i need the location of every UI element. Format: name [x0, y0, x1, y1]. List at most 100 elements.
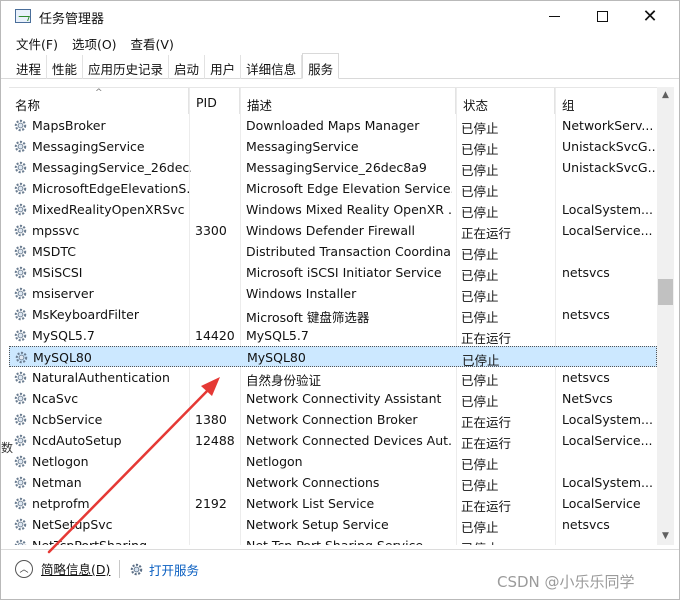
service-status: 已停止 — [461, 457, 499, 472]
service-status: 已停止 — [461, 520, 499, 535]
table-row[interactable]: NcaSvc Network Connectivity Assistant 已停止 N… — [9, 388, 657, 409]
table-header: ^ 名称 PID 描述 状态 组 — [9, 88, 657, 114]
service-name: MicrosoftEdgeElevationS... — [32, 181, 191, 196]
tab-details[interactable]: 详细信息 — [241, 55, 303, 79]
service-gear-icon — [14, 161, 27, 174]
service-name: msiserver — [32, 286, 94, 301]
tab-processes[interactable]: 进程 — [11, 55, 48, 79]
table-row[interactable]: Netman Network Connections 已停止 LocalSystem.… — [9, 472, 657, 493]
service-name: MySQL80 — [33, 350, 92, 365]
table-row[interactable]: mpssvc 3300 Windows Defender Firewall 正在运行 L… — [9, 220, 657, 241]
scroll-down-arrow-icon[interactable]: ▼ — [657, 528, 674, 545]
table-row[interactable]: msiserver Windows Installer 已停止 — [9, 283, 657, 304]
service-status: 已停止 — [461, 478, 499, 493]
column-header-name[interactable]: 名称 — [9, 88, 189, 114]
service-description: Microsoft 键盘筛选器 — [246, 310, 370, 325]
tab-performance[interactable]: 性能 — [47, 55, 84, 79]
fewer-details-button[interactable]: ︿ 简略信息(D) — [15, 559, 110, 578]
service-gear-icon — [14, 119, 27, 132]
table-row[interactable]: MessagingService MessagingService 已停止 Unist… — [9, 136, 657, 157]
scrollbar-thumb[interactable] — [658, 279, 673, 305]
service-name-cell: Netlogon — [13, 454, 191, 469]
menu-options[interactable]: 选项(O) — [65, 32, 124, 54]
footer-separator — [119, 560, 120, 578]
service-name: Netlogon — [32, 454, 89, 469]
column-header-description[interactable]: 描述 — [241, 88, 456, 114]
service-name: NcaSvc — [32, 391, 79, 406]
service-gear-icon — [14, 266, 27, 279]
service-name-cell: MSDTC — [13, 244, 191, 259]
service-group: LocalService... — [562, 223, 653, 238]
service-description: Windows Defender Firewall — [246, 223, 415, 238]
table-row[interactable]: NcdAutoSetup 12488 Network Connected Devic… — [9, 430, 657, 451]
service-name: NetSetupSvc — [32, 517, 113, 532]
table-row[interactable]: Netlogon Netlogon 已停止 — [9, 451, 657, 472]
open-services-link[interactable]: 打开服务 — [129, 560, 199, 579]
close-button[interactable]: ✕ — [627, 1, 673, 32]
table-row[interactable]: NetSetupSvc Network Setup Service 已停止 netsv… — [9, 514, 657, 535]
service-description: Downloaded Maps Manager — [246, 118, 420, 133]
table-row[interactable]: MSiSCSI Microsoft iSCSI Initiator Service… — [9, 262, 657, 283]
table-row[interactable]: NaturalAuthentication 自然身份验证 已停止 netsvcs — [9, 367, 657, 388]
service-name-cell: netprofm — [13, 496, 191, 511]
open-services-label: 打开服务 — [149, 563, 200, 578]
gear-icon — [130, 563, 143, 576]
title-bar[interactable]: 任务管理器 ✕ — [1, 1, 679, 32]
tab-startup[interactable]: 启动 — [169, 55, 206, 79]
watermark: CSDN @小乐乐同学 — [497, 573, 635, 591]
left-edge-text: 数 — [1, 441, 14, 455]
service-name-cell: NaturalAuthentication — [13, 370, 191, 385]
service-group: LocalSystem... — [562, 412, 653, 427]
service-name-cell: MessagingService_26dec... — [13, 160, 191, 175]
menu-view[interactable]: 查看(V) — [124, 32, 181, 54]
table-row-selected[interactable]: MySQL80 MySQL80 已停止 — [9, 346, 657, 368]
service-status: 已停止 — [461, 142, 499, 157]
service-description: Network Connected Devices Aut... — [246, 433, 452, 448]
service-name: MapsBroker — [32, 118, 106, 133]
column-header-group[interactable]: 组 — [556, 88, 657, 114]
service-name: NcdAutoSetup — [32, 433, 122, 448]
service-group: NetSvcs — [562, 391, 613, 406]
tab-app-history[interactable]: 应用历史记录 — [83, 55, 170, 79]
vertical-scrollbar[interactable]: ▲ ▼ — [657, 87, 674, 545]
table-row[interactable]: netprofm 2192 Network List Service 正在运行 Loca… — [9, 493, 657, 514]
service-gear-icon — [14, 497, 27, 510]
table-row[interactable]: MicrosoftEdgeElevationS... Microsoft Edge… — [9, 178, 657, 199]
table-row[interactable]: NcbService 1380 Network Connection Broker 正… — [9, 409, 657, 430]
maximize-button[interactable] — [579, 1, 625, 32]
table-row[interactable]: MsKeyboardFilter Microsoft 键盘筛选器 已停止 netsvc… — [9, 304, 657, 325]
service-status: 已停止 — [461, 289, 499, 304]
service-status: 已停止 — [461, 538, 551, 545]
service-name: netprofm — [32, 496, 90, 511]
table-row[interactable]: NetTcpPortSharing Net.Tcp Port Sharing Se… — [9, 535, 657, 545]
service-description: Distributed Transaction Coordina... — [246, 244, 452, 259]
table-row[interactable]: MapsBroker Downloaded Maps Manager 已停止 Netw… — [9, 115, 657, 136]
service-name: MessagingService_26dec... — [32, 160, 191, 175]
scroll-up-arrow-icon[interactable]: ▲ — [657, 87, 674, 104]
task-manager-window: 任务管理器 ✕ 文件(F) 选项(O) 查看(V) 进程 性能 应用历史记录 启… — [0, 0, 680, 600]
tab-users[interactable]: 用户 — [205, 55, 242, 79]
tab-services[interactable]: 服务 — [302, 53, 340, 79]
column-header-pid[interactable]: PID — [190, 88, 240, 114]
menu-file[interactable]: 文件(F) — [9, 32, 65, 54]
table-row[interactable]: MixedRealityOpenXRSvc Windows Mixed Reali… — [9, 199, 657, 220]
service-status: 已停止 — [461, 205, 499, 220]
minimize-button[interactable] — [531, 1, 577, 32]
table-row[interactable]: MessagingService_26dec... MessagingServic… — [9, 157, 657, 178]
table-row[interactable]: MySQL5.7 14420 MySQL5.7 正在运行 — [9, 325, 657, 346]
services-list: MapsBroker Downloaded Maps Manager 已停止 Netw… — [9, 115, 657, 545]
service-description: MySQL5.7 — [246, 328, 309, 343]
service-description: Network Setup Service — [246, 517, 389, 532]
service-description: Network Connectivity Assistant — [246, 391, 442, 406]
service-name: MsKeyboardFilter — [32, 307, 140, 322]
service-name: MixedRealityOpenXRSvc — [32, 202, 185, 217]
service-name: MessagingService — [32, 139, 145, 154]
tab-bar: 进程 性能 应用历史记录 启动 用户 详细信息 服务 — [1, 53, 679, 79]
table-row[interactable]: MSDTC Distributed Transaction Coordina...… — [9, 241, 657, 262]
service-gear-icon — [14, 203, 27, 216]
service-status: 已停止 — [461, 394, 499, 409]
service-gear-icon — [14, 518, 27, 531]
service-description: Netlogon — [246, 454, 303, 469]
column-header-status[interactable]: 状态 — [457, 88, 555, 114]
service-description: Net.Tcp Port Sharing Service — [246, 538, 452, 545]
